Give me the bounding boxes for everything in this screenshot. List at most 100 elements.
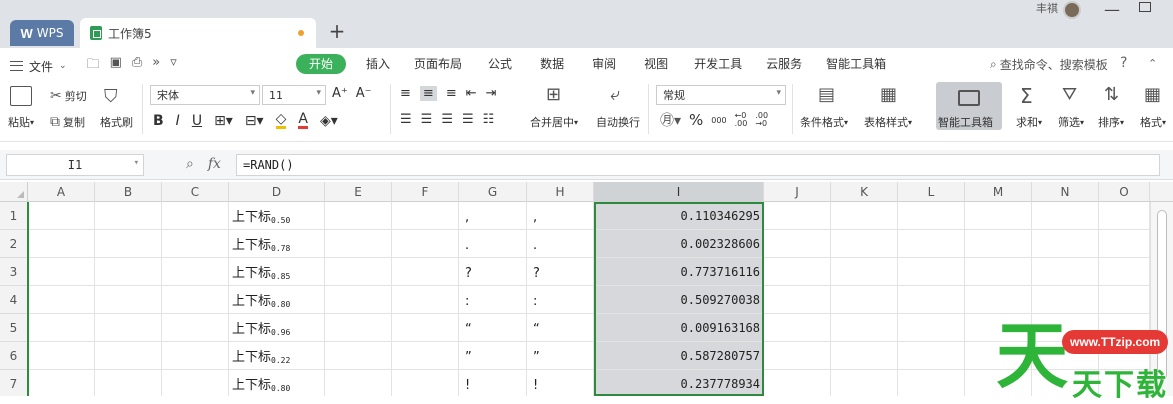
copy-button[interactable]: ⧉ 复制 [50,114,85,130]
cell-c5[interactable] [162,314,229,342]
cell-a7[interactable] [28,370,95,396]
cell-c3[interactable] [162,258,229,286]
cell-f5[interactable] [392,314,459,342]
cell-h3[interactable]: ? [527,258,594,286]
cell-n2[interactable] [1032,230,1099,258]
cell-b1[interactable] [95,202,162,230]
cell-e3[interactable] [325,258,392,286]
cell-l6[interactable] [898,342,965,370]
cell-d6[interactable]: 上下标 0.22 [229,342,325,370]
cell-e5[interactable] [325,314,392,342]
cell-m4[interactable] [965,286,1032,314]
cell-j7[interactable] [764,370,831,396]
tab-data[interactable]: 数据 [526,54,578,74]
cell-o7[interactable] [1099,370,1150,396]
cell-g3[interactable]: ? [459,258,527,286]
cell-c4[interactable] [162,286,229,314]
column-header-i[interactable]: I [594,182,764,202]
cell-k4[interactable] [831,286,898,314]
cell-g5[interactable]: “ [459,314,527,342]
cell-f1[interactable] [392,202,459,230]
cell-e7[interactable] [325,370,392,396]
cell-d7[interactable]: 上下标 0.80 [229,370,325,396]
cell-m3[interactable] [965,258,1032,286]
align-top-icon[interactable]: ≡ [400,86,411,101]
tab-page-layout[interactable]: 页面布局 [402,54,474,74]
font-color-icon[interactable]: A [298,112,308,129]
increase-decimal-icon[interactable]: ←0.00 [735,112,748,128]
cell-h4[interactable]: : [527,286,594,314]
cell-b2[interactable] [95,230,162,258]
document-tab[interactable]: 工作簿5 [80,18,316,48]
cell-o3[interactable] [1099,258,1150,286]
currency-icon[interactable]: ㊊▾ [660,110,681,130]
cell-m1[interactable] [965,202,1032,230]
column-header-m[interactable]: M [965,182,1032,202]
tab-formulas[interactable]: 公式 [474,54,526,74]
new-tab-button[interactable]: + [326,18,348,44]
filter-button[interactable]: 筛选 ▾ [1058,114,1084,130]
tab-smart-toolbox[interactable]: 智能工具箱 [814,54,898,74]
conditional-format-icon[interactable]: ▤ [818,84,835,105]
open-folder-icon[interactable]: 🗀 [87,55,100,77]
format-painter-icon[interactable]: ⛉ [104,86,118,107]
column-header-n[interactable]: N [1032,182,1099,202]
cell-j2[interactable] [764,230,831,258]
cell-c2[interactable] [162,230,229,258]
cell-n5[interactable] [1032,314,1099,342]
cell-f6[interactable] [392,342,459,370]
column-header-o[interactable]: O [1099,182,1150,202]
cell-g1[interactable]: , [459,202,527,230]
maximize-button[interactable] [1139,2,1151,12]
formula-input[interactable]: =RAND() [236,154,1160,176]
cell-b6[interactable] [95,342,162,370]
font-name-select[interactable]: 宋体 ▾ [150,85,260,105]
column-header-f[interactable]: F [392,182,459,202]
fill-color-icon[interactable]: ◇ [275,112,287,129]
row-header[interactable]: 3 [0,258,28,286]
save-icon[interactable]: ▣ [110,55,122,77]
cell-k1[interactable] [831,202,898,230]
row-header[interactable]: 5 [0,314,28,342]
sum-icon[interactable]: Σ [1020,84,1033,108]
cell-i4[interactable]: 0.509270038 [594,286,764,314]
cell-c1[interactable] [162,202,229,230]
cell-o6[interactable] [1099,342,1150,370]
tab-insert[interactable]: 插入 [354,54,402,74]
column-header-h[interactable]: H [527,182,594,202]
cell-l5[interactable] [898,314,965,342]
cell-l7[interactable] [898,370,965,396]
conditional-format-button[interactable]: 条件格式 ▾ [800,114,848,130]
cell-f2[interactable] [392,230,459,258]
cell-f4[interactable] [392,286,459,314]
sum-button[interactable]: 求和 ▾ [1016,114,1042,130]
cell-l2[interactable] [898,230,965,258]
command-search[interactable]: ⌕ 查找命令、搜索模板 [990,56,1108,73]
row-header[interactable]: 4 [0,286,28,314]
cell-h1[interactable]: , [527,202,594,230]
cell-m6[interactable] [965,342,1032,370]
column-header-b[interactable]: B [95,182,162,202]
paste-button[interactable] [10,86,32,106]
column-header-e[interactable]: E [325,182,392,202]
decrease-font-icon[interactable]: A⁻ [356,86,372,101]
cell-i3[interactable]: 0.773716116 [594,258,764,286]
cell-a3[interactable] [28,258,95,286]
insert-function-button[interactable]: fx [208,156,221,172]
tab-review[interactable]: 审阅 [578,54,630,74]
cell-l3[interactable] [898,258,965,286]
number-format-select[interactable]: 常规 ▾ [656,85,786,105]
cell-n4[interactable] [1032,286,1099,314]
cell-m5[interactable] [965,314,1032,342]
cell-d5[interactable]: 上下标 0.96 [229,314,325,342]
cell-a5[interactable] [28,314,95,342]
cell-h5[interactable]: “ [527,314,594,342]
align-left-icon[interactable]: ☰ [400,112,412,127]
help-button[interactable]: ? [1120,55,1127,71]
minimize-button[interactable]: — [1104,0,1120,19]
format-cells-icon[interactable]: ▦ [1144,84,1161,105]
cell-b5[interactable] [95,314,162,342]
zoom-search-icon[interactable]: ⌕ [186,156,194,172]
cell-i2[interactable]: 0.002328606 [594,230,764,258]
cell-n7[interactable] [1032,370,1099,396]
